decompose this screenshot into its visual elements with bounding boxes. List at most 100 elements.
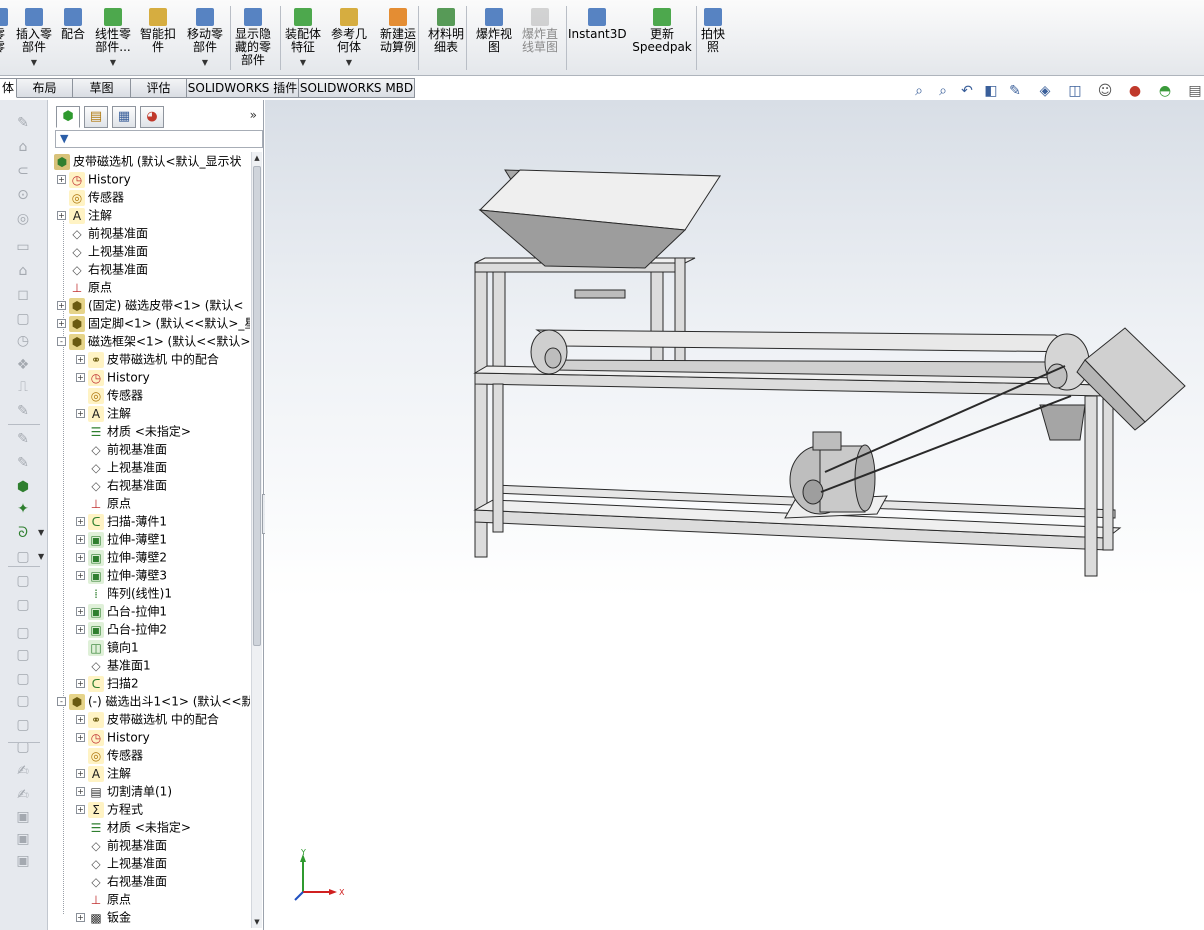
left-tool-25-icon[interactable]: ▢ xyxy=(13,716,33,734)
expand-toggle-icon[interactable]: + xyxy=(76,517,85,526)
left-tool-12-icon[interactable]: ✎ xyxy=(13,402,33,420)
left-tool-22-icon[interactable]: ▢ xyxy=(13,646,33,664)
left-tool-19-icon[interactable]: ▢ xyxy=(13,572,33,590)
left-tool-9-icon[interactable]: ◷ xyxy=(13,332,33,350)
expand-toggle-icon[interactable]: + xyxy=(76,553,85,562)
left-tool-14-icon[interactable]: ✎ xyxy=(13,454,33,472)
previous-view-icon[interactable]: ↶ xyxy=(958,82,976,100)
graphics-viewport[interactable]: Y X xyxy=(265,100,1204,930)
toolbar-button-14[interactable]: 更新 Speedpak xyxy=(632,4,692,74)
expand-toggle-icon[interactable]: + xyxy=(76,913,85,922)
left-tool-20-icon[interactable]: ▢ xyxy=(13,596,33,614)
scroll-down-icon[interactable]: ▼ xyxy=(252,916,262,928)
toolbar-button-6[interactable]: 显示隐 藏的零 部件 xyxy=(232,4,274,74)
dropdown-arrow-icon[interactable]: ▼ xyxy=(14,56,54,69)
tree-node[interactable]: ◇ 前视基准面 xyxy=(76,836,167,854)
left-tool-23-icon[interactable]: ▢ xyxy=(13,670,33,688)
expand-toggle-icon[interactable]: + xyxy=(76,715,85,724)
toolbar-button-5[interactable]: 移动零 部件 ▼ xyxy=(184,4,226,74)
expand-toggle-icon[interactable]: + xyxy=(76,769,85,778)
left-tool-24-icon[interactable]: ▢ xyxy=(13,692,33,710)
tree-node[interactable]: + ▣ 凸台-拉伸2 xyxy=(76,620,167,638)
property-manager-icon[interactable]: ▤ xyxy=(84,106,108,128)
expand-toggle-icon[interactable]: + xyxy=(76,805,85,814)
tree-node[interactable]: ⊥ 原点 xyxy=(76,890,131,908)
left-tool-26-icon[interactable]: ▢ xyxy=(13,738,33,756)
dropdown-arrow-icon[interactable]: ▼ xyxy=(328,56,370,69)
tree-node[interactable]: ◇ 上视基准面 xyxy=(76,458,167,476)
zoom-area-icon[interactable]: ⌕ xyxy=(934,82,952,100)
zoom-to-fit-icon[interactable]: ⌕ xyxy=(910,82,928,100)
tree-node[interactable]: ◇ 上视基准面 xyxy=(76,854,167,872)
left-tool-0-icon[interactable]: ✎ xyxy=(13,114,33,132)
configuration-manager-icon[interactable]: ▦ xyxy=(112,106,136,128)
tree-node[interactable]: + ▣ 凸台-拉伸1 xyxy=(76,602,167,620)
tree-node[interactable]: + ▣ 拉伸-薄壁2 xyxy=(76,548,167,566)
left-tool-29-icon[interactable]: ▣ xyxy=(13,808,33,826)
toolbar-button-9[interactable]: 新建运 动算例 xyxy=(376,4,420,74)
expand-toggle-icon[interactable]: + xyxy=(76,571,85,580)
tree-node[interactable]: ◎ 传感器 xyxy=(57,188,124,206)
dropdown-arrow-icon[interactable]: ▼ xyxy=(92,56,134,69)
left-tool-7-icon[interactable]: ◻ xyxy=(13,286,33,304)
feature-manager-icon[interactable]: ⬢ xyxy=(56,106,80,128)
tree-node[interactable]: + A 注解 xyxy=(57,206,112,224)
tree-node[interactable]: ⬢ 皮带磁选机 (默认<默认_显示状 xyxy=(54,152,242,170)
panel-expand-button[interactable]: » xyxy=(250,108,257,122)
tab-1[interactable]: 布局 xyxy=(17,78,73,98)
toolbar-button-10[interactable]: 材料明 细表 xyxy=(424,4,468,74)
tree-node[interactable]: + ⬢ (固定) 磁选皮带<1> (默认< xyxy=(57,296,243,314)
hide-show-icon[interactable]: ☺ xyxy=(1096,82,1114,100)
display-style-icon[interactable]: ◫ xyxy=(1066,82,1084,100)
expand-toggle-icon[interactable]: + xyxy=(76,355,85,364)
tree-node[interactable]: + ▣ 拉伸-薄壁3 xyxy=(76,566,167,584)
left-tool-15-icon[interactable]: ⬢ xyxy=(13,478,33,496)
tab-5[interactable]: SOLIDWORKS MBD xyxy=(299,78,415,98)
scroll-up-icon[interactable]: ▲ xyxy=(252,152,262,164)
tree-node[interactable]: + ⬢ 固定脚<1> (默认<<默认>_星 xyxy=(57,314,250,332)
toolbar-button-4[interactable]: 智能扣 件 xyxy=(138,4,178,74)
left-tool-30-icon[interactable]: ▣ xyxy=(13,830,33,848)
tab-3[interactable]: 评估 xyxy=(131,78,187,98)
tree-node[interactable]: ⊥ 原点 xyxy=(57,278,112,296)
left-tool-27-icon[interactable]: ✍ xyxy=(13,762,33,780)
dynamic-annotation-icon[interactable]: ✎ xyxy=(1006,82,1024,100)
tree-node[interactable]: ◇ 右视基准面 xyxy=(76,476,167,494)
toolbar-button-11[interactable]: 爆炸视 图 xyxy=(472,4,516,74)
dropdown-arrow-icon[interactable]: ▼ xyxy=(282,56,324,69)
left-tool-8-icon[interactable]: ▢ xyxy=(13,310,33,328)
expand-toggle-icon[interactable]: + xyxy=(76,373,85,382)
tree-node[interactable]: ◇ 前视基准面 xyxy=(57,224,148,242)
edit-appearance-icon[interactable]: ● xyxy=(1126,82,1144,100)
left-tool-2-icon[interactable]: ⊂ xyxy=(13,162,33,180)
view-settings-icon[interactable]: ▤ xyxy=(1186,82,1204,100)
toolbar-button-0[interactable]: 零 零 xyxy=(0,4,8,74)
left-tool-21-icon[interactable]: ▢ xyxy=(13,624,33,642)
tree-node[interactable]: + ◷ History xyxy=(76,728,150,746)
tree-node[interactable]: ◇ 基准面1 xyxy=(76,656,150,674)
left-tool-10-icon[interactable]: ❖ xyxy=(13,356,33,374)
toolbar-button-12[interactable]: 爆炸直 线草图 xyxy=(518,4,562,74)
tree-node[interactable]: - ⬢ 磁选框架<1> (默认<<默认> xyxy=(57,332,250,350)
expand-toggle-icon[interactable]: - xyxy=(57,337,66,346)
tree-node[interactable]: ⁞ 阵列(线性)1 xyxy=(76,584,172,602)
left-tool-3-icon[interactable]: ⊙ xyxy=(13,186,33,204)
tree-node[interactable]: ☰ 材质 <未指定> xyxy=(76,422,191,440)
tree-node[interactable]: + ⚭ 皮带磁选机 中的配合 xyxy=(76,350,219,368)
scene-icon[interactable]: ◓ xyxy=(1156,82,1174,100)
dropdown-arrow-icon[interactable]: ▼ xyxy=(38,552,44,561)
toolbar-button-7[interactable]: 装配体 特征 ▼ xyxy=(282,4,324,74)
expand-toggle-icon[interactable]: + xyxy=(76,733,85,742)
tree-node[interactable]: + ▩ 钣金 xyxy=(76,908,131,926)
tree-node[interactable]: ◎ 传感器 xyxy=(76,746,143,764)
expand-toggle-icon[interactable]: + xyxy=(57,319,66,328)
tree-node[interactable]: + A 注解 xyxy=(76,404,131,422)
tab-0[interactable]: 体 xyxy=(0,78,17,98)
toolbar-button-3[interactable]: 线性零 部件... ▼ xyxy=(92,4,134,74)
expand-toggle-icon[interactable]: - xyxy=(57,697,66,706)
tree-node[interactable]: + ▣ 拉伸-薄壁1 xyxy=(76,530,167,548)
tree-node[interactable]: + ⚭ 皮带磁选机 中的配合 xyxy=(76,710,219,728)
left-tool-16-icon[interactable]: ✦ xyxy=(13,500,33,518)
scroll-thumb[interactable] xyxy=(253,166,261,646)
left-tool-31-icon[interactable]: ▣ xyxy=(13,852,33,870)
